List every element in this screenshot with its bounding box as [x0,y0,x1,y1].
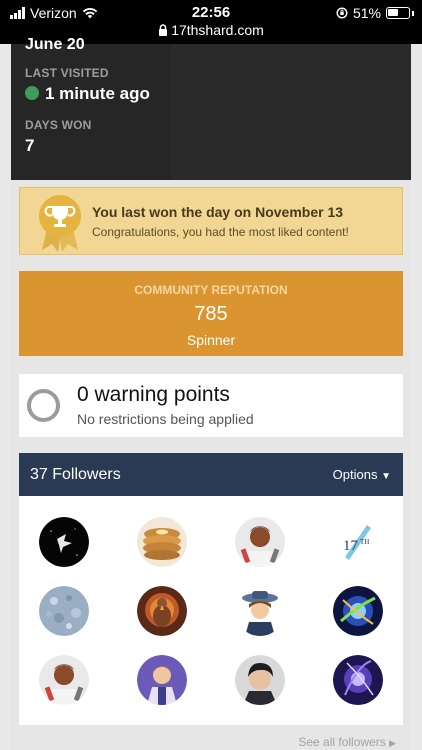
avatar-dark-spren[interactable] [39,517,89,567]
avatar-17th-logo[interactable]: 17 TH [333,517,383,567]
day-won-subtitle: Congratulations, you had the most liked … [92,225,349,239]
profile-info-panel: June 20 LAST VISITED 1 minute ago DAYS W… [11,36,411,180]
day-won-box: You last won the day on November 13 Cong… [19,187,403,255]
clipped-join-date: June 20 [25,36,85,53]
see-all-followers-link[interactable]: See all followers ▶ [298,735,396,749]
svg-text:TH: TH [360,538,369,546]
reputation-value: 785 [194,303,228,325]
avatar-character-hat[interactable] [235,586,285,636]
battery-group: 51% [336,5,414,21]
avatar-bearded-man-2[interactable] [39,655,89,705]
lock-icon [159,24,168,36]
followers-options-button[interactable]: Options ▼ [333,467,391,482]
avatar-blue-flare[interactable] [333,586,383,636]
followers-header: 37 Followers Options ▼ [19,453,403,496]
followers-panel: 37 Followers Options ▼ 17 TH [19,453,403,725]
caret-right-icon: ▶ [389,738,396,748]
warning-points-subtitle: No restrictions being applied [77,411,254,427]
reputation-label: COMMUNITY REPUTATION [134,283,288,297]
last-visited-label: LAST VISITED [25,66,109,80]
caret-down-icon: ▼ [381,471,391,482]
avatar-pancakes[interactable] [137,517,187,567]
avatar-dark-hair-man[interactable] [235,655,285,705]
avatar-turkey[interactable] [137,586,187,636]
days-won-label: DAYS WON [25,118,92,132]
warning-points-title: 0 warning points [77,383,230,406]
day-won-title: You last won the day on November 13 [92,204,344,220]
battery-percent: 51% [352,5,381,21]
reputation-rank: Spinner [186,332,236,348]
url-text: 17thshard.com [171,22,264,38]
svg-text:17: 17 [343,538,359,554]
warning-points-box: 0 warning points No restrictions being a… [19,374,403,437]
community-reputation-box: COMMUNITY REPUTATION 785 Spinner [19,271,403,356]
days-won-value: 7 [25,136,35,155]
followers-title: 37 Followers [30,466,121,483]
online-status-icon [25,86,39,100]
avatar-man-purple[interactable] [137,655,187,705]
battery-icon [386,7,410,19]
avatar-blue-texture[interactable] [39,586,89,636]
avatar-bearded-man[interactable] [235,517,285,567]
last-visited-value: 1 minute ago [25,84,150,104]
orientation-lock-icon [336,7,348,19]
trophy-ribbon-icon [39,195,81,252]
avatar-purple-flare[interactable] [333,655,383,705]
warning-ring-icon [27,389,60,422]
